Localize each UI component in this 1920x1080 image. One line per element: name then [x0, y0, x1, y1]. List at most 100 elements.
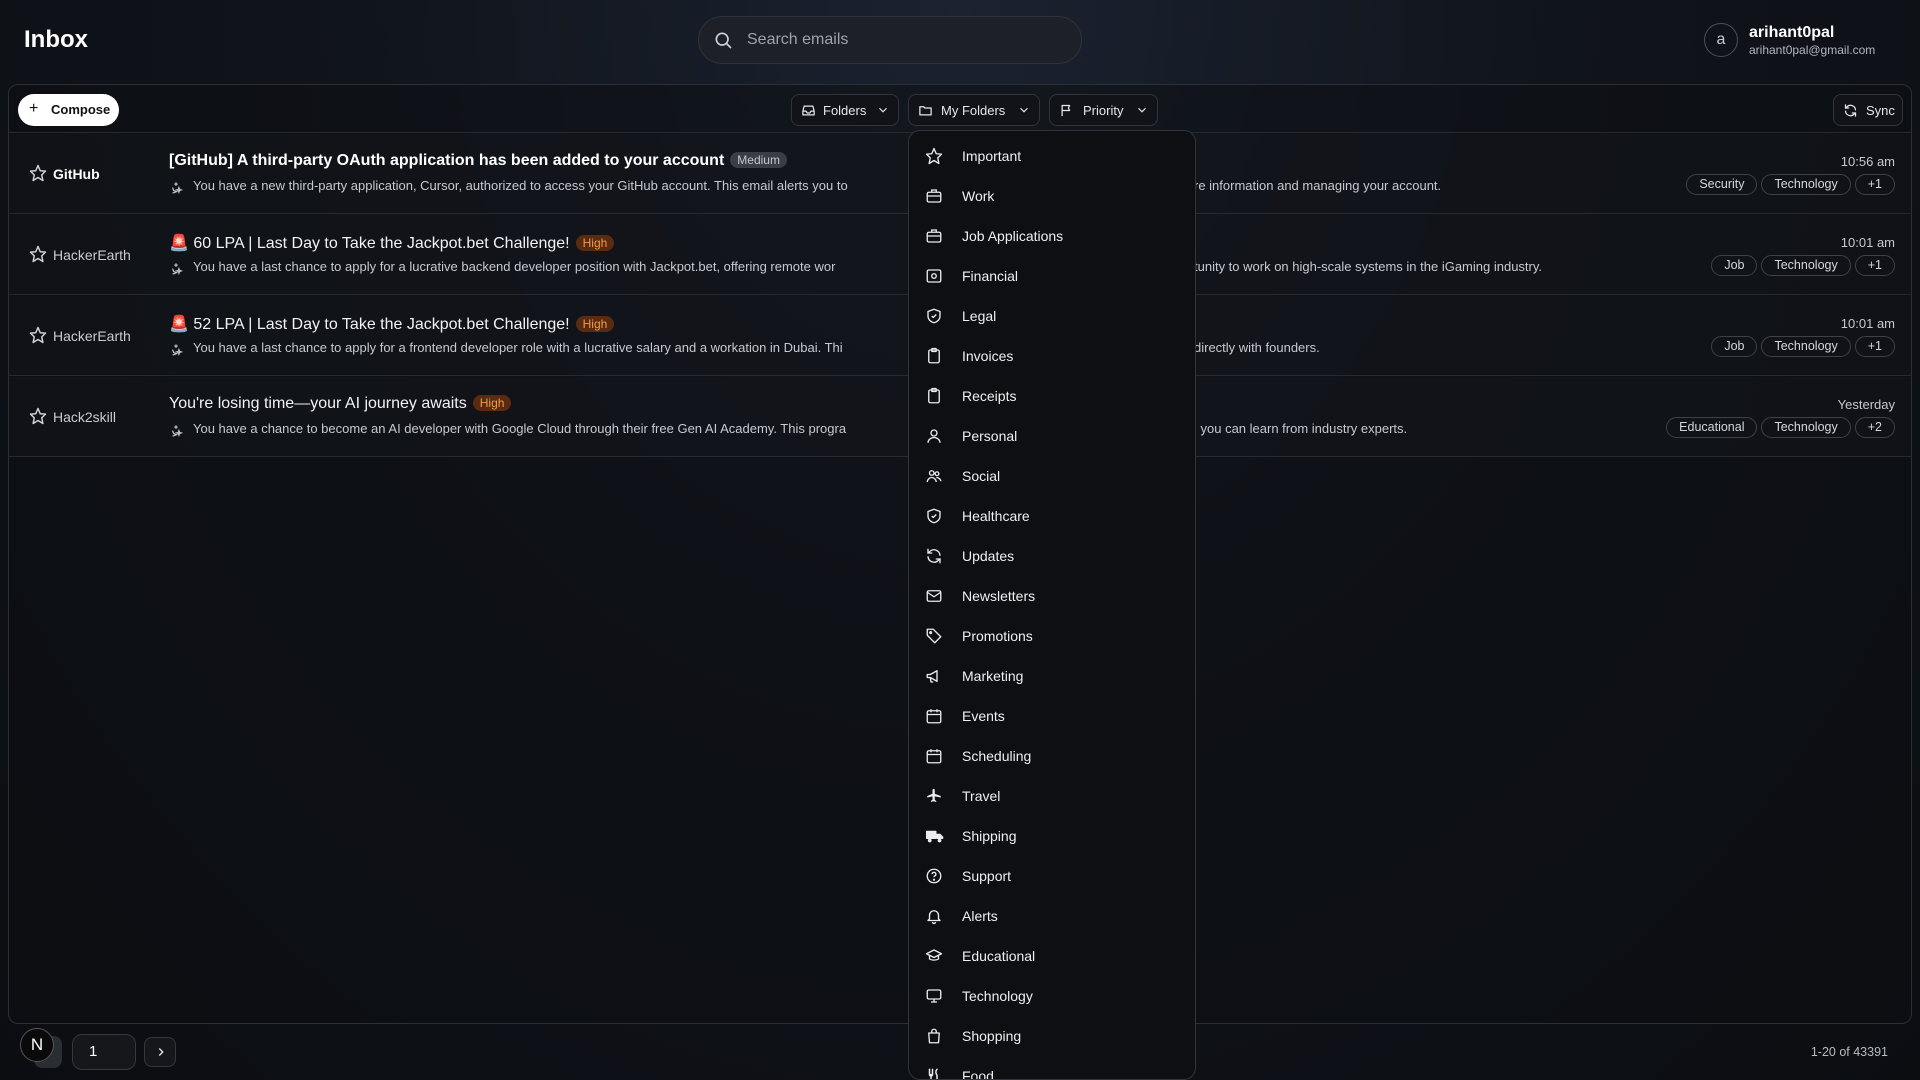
star-icon[interactable]: [29, 164, 47, 182]
menu-item-financial[interactable]: Financial: [917, 258, 1187, 294]
star-icon[interactable]: [29, 407, 47, 425]
avatar[interactable]: N: [20, 1028, 54, 1062]
menu-item-educational[interactable]: Educational: [917, 938, 1187, 974]
mail-icon: [926, 590, 942, 602]
tag[interactable]: +2: [1854, 417, 1895, 438]
tag[interactable]: Educational: [1666, 417, 1758, 438]
menu-item-important[interactable]: Important: [917, 138, 1187, 174]
email-snippet-tail: tunity to work on high-scale systems in …: [1194, 259, 1543, 274]
flag-icon: [1061, 104, 1071, 117]
menu-item-technology[interactable]: Technology: [917, 978, 1187, 1014]
sync-label: Sync: [1866, 103, 1895, 118]
menu-item-shopping[interactable]: Shopping: [917, 1018, 1187, 1054]
header: Inbox a arihant0pal arihant0pal@gmail.co…: [0, 0, 1920, 80]
star-icon: [925, 147, 943, 165]
avatar[interactable]: a: [1704, 23, 1738, 57]
email-sender: HackerEarth: [53, 328, 131, 344]
utensils-icon: [928, 1068, 938, 1079]
briefcase-icon: [926, 229, 942, 243]
menu-item-promotions[interactable]: Promotions: [917, 618, 1187, 654]
menu-item-scheduling[interactable]: Scheduling: [917, 738, 1187, 774]
sync-button[interactable]: Sync: [1833, 94, 1903, 126]
menu-item-healthcare[interactable]: Healthcare: [917, 498, 1187, 534]
menu-item-label: Promotions: [962, 628, 1033, 644]
truck-icon: [926, 830, 944, 843]
page-next-button[interactable]: [144, 1037, 176, 1067]
tag[interactable]: +1: [1854, 174, 1895, 195]
tag[interactable]: Technology: [1761, 417, 1851, 438]
email-snippet-tail: l you can learn from industry experts.: [1194, 421, 1408, 436]
user-profile[interactable]: a arihant0pal arihant0pal@gmail.com: [1704, 23, 1904, 59]
tag[interactable]: Job: [1711, 255, 1758, 276]
menu-item-invoices[interactable]: Invoices: [917, 338, 1187, 374]
my-folders-dropdown-button[interactable]: My Folders: [908, 94, 1040, 126]
tag[interactable]: Job: [1711, 336, 1758, 357]
tag[interactable]: Technology: [1761, 336, 1851, 357]
email-subject: You're losing time—your AI journey await…: [169, 395, 512, 413]
menu-item-events[interactable]: Events: [917, 698, 1187, 734]
menu-item-label: Updates: [962, 548, 1015, 564]
menu-item-food[interactable]: Food: [917, 1058, 1187, 1079]
shopping-bag-icon: [928, 1028, 940, 1044]
sparkles-icon: [171, 263, 183, 275]
menu-item-label: Shopping: [962, 1028, 1022, 1044]
menu-item-label: Scheduling: [962, 748, 1032, 764]
menu-item-label: Newsletters: [962, 588, 1036, 604]
menu-item-label: Personal: [962, 428, 1018, 444]
compose-button[interactable]: + Compose: [18, 94, 119, 126]
tag[interactable]: +1: [1854, 336, 1895, 357]
email-time: Yesterday: [1837, 397, 1895, 412]
menu-item-legal[interactable]: Legal: [917, 298, 1187, 334]
refresh-icon: [927, 548, 941, 564]
priority-badge: High: [575, 235, 615, 251]
plane-icon: [927, 788, 941, 802]
menu-item-receipts[interactable]: Receipts: [917, 378, 1187, 414]
menu-item-support[interactable]: Support: [917, 858, 1187, 894]
page-number-input[interactable]: 1: [72, 1034, 136, 1070]
menu-item-social[interactable]: Social: [917, 458, 1187, 494]
page-count: 1-20 of 43391: [1810, 1045, 1888, 1059]
menu-item-updates[interactable]: Updates: [917, 538, 1187, 574]
menu-item-shipping[interactable]: Shipping: [917, 818, 1187, 854]
menu-item-marketing[interactable]: Marketing: [917, 658, 1187, 694]
plus-icon: +: [29, 100, 39, 117]
search-bar[interactable]: [698, 16, 1082, 64]
menu-item-label: Technology: [962, 988, 1033, 1004]
tag[interactable]: Technology: [1761, 174, 1851, 195]
email-time: 10:56 am: [1840, 154, 1895, 169]
my-folders-label: My Folders: [941, 103, 1006, 118]
menu-item-job-applications[interactable]: Job Applications: [917, 218, 1187, 254]
priority-dropdown-button[interactable]: Priority: [1049, 94, 1158, 126]
tag[interactable]: Security: [1686, 174, 1758, 195]
tag[interactable]: Technology: [1761, 255, 1851, 276]
menu-item-alerts[interactable]: Alerts: [917, 898, 1187, 934]
page-title: Inbox: [24, 26, 88, 53]
menu-item-label: Events: [962, 708, 1005, 724]
help-circle-icon: [926, 868, 942, 884]
menu-item-label: Shipping: [962, 828, 1017, 844]
folders-dropdown-button[interactable]: Folders: [791, 94, 899, 126]
calendar-icon: [926, 749, 942, 764]
email-sender: GitHub: [53, 166, 100, 182]
email-subject-text: You're losing time—your AI journey await…: [169, 395, 467, 412]
user-email: arihant0pal@gmail.com: [1749, 43, 1876, 57]
menu-item-label: Alerts: [962, 908, 998, 924]
priority-badge: Medium: [730, 152, 787, 168]
menu-item-work[interactable]: Work: [917, 178, 1187, 214]
priority-label: Priority: [1083, 103, 1124, 118]
menu-item-newsletters[interactable]: Newsletters: [917, 578, 1187, 614]
graduation-cap-icon: [925, 949, 943, 961]
star-icon[interactable]: [29, 326, 47, 344]
star-icon[interactable]: [29, 245, 47, 263]
menu-item-personal[interactable]: Personal: [917, 418, 1187, 454]
monitor-icon: [926, 989, 942, 1003]
bell-icon: [927, 910, 941, 925]
inbox-icon: [802, 105, 815, 116]
menu-item-travel[interactable]: Travel: [917, 778, 1187, 814]
email-snippet: You have a last chance to apply for a lu…: [193, 259, 836, 274]
shield-check-icon: [927, 308, 941, 324]
email-subject-text: 🚨 52 LPA | Last Day to Take the Jackpot.…: [169, 316, 570, 333]
search-input[interactable]: [747, 17, 1067, 63]
tag[interactable]: +1: [1854, 255, 1895, 276]
menu-item-label: Healthcare: [962, 508, 1030, 524]
